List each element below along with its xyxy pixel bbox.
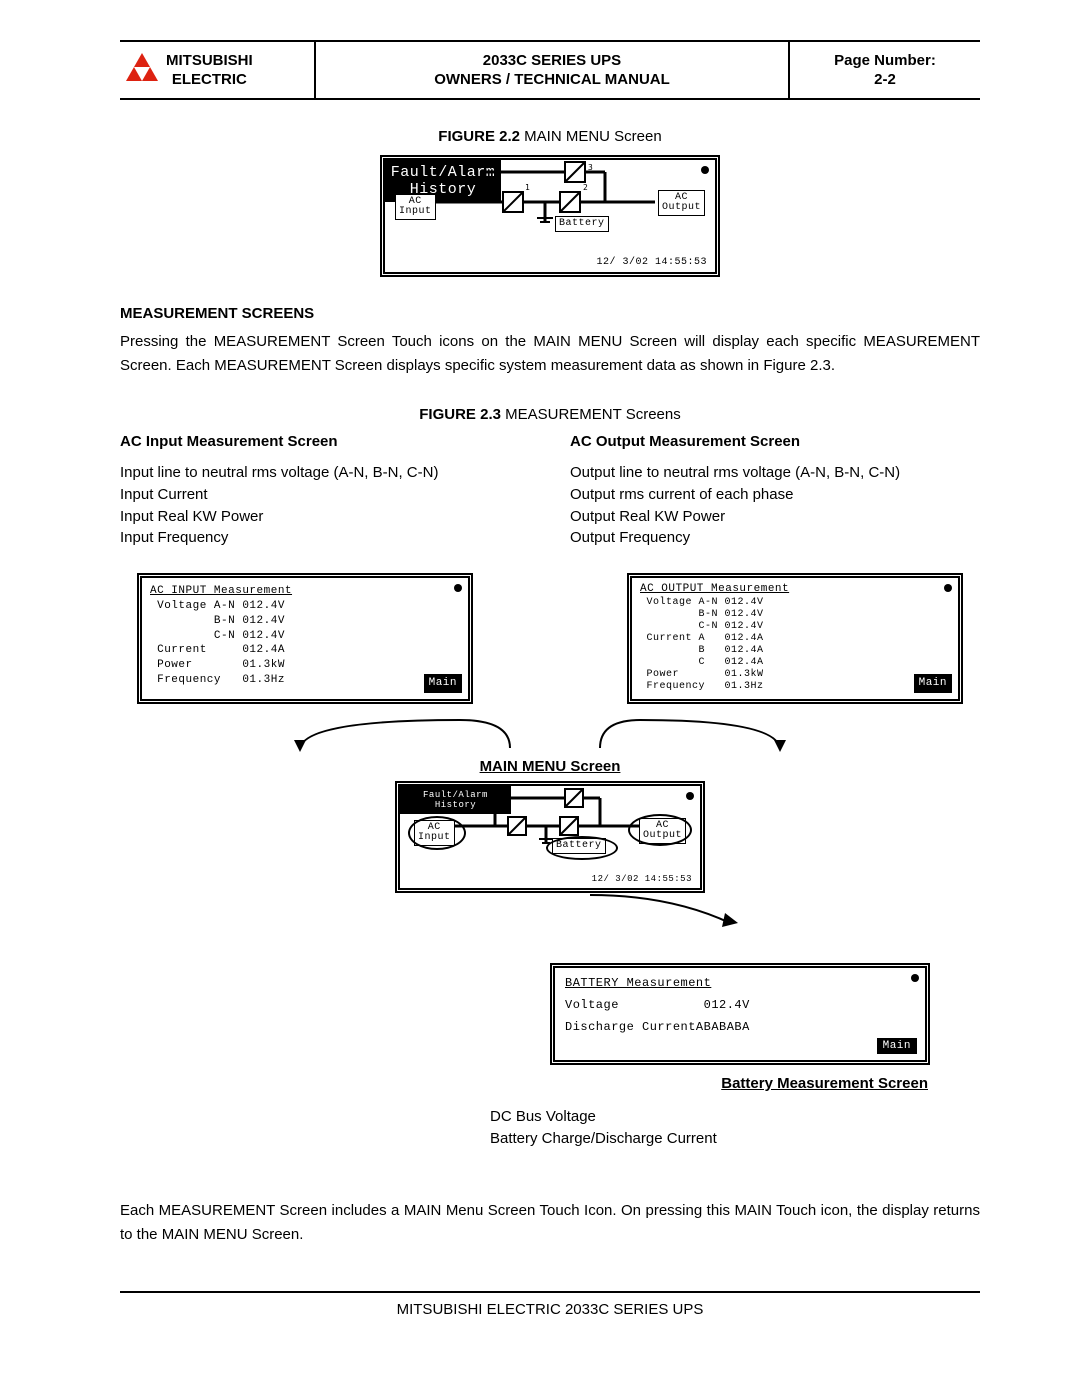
ac-output-column: AC Output Measurement Screen Output line…: [570, 433, 980, 549]
fig22-caption: FIGURE 2.2 MAIN MENU Screen: [120, 128, 980, 145]
measurement-lcds-row: AC INPUT Measurement Voltage A-N 012.4V …: [120, 573, 980, 704]
page-cell: Page Number: 2-2: [790, 42, 980, 98]
ac-input-lcd-title: AC INPUT Measurement: [150, 584, 460, 599]
ac-input-item: Input Current: [120, 484, 530, 506]
svg-text:1: 1: [525, 183, 530, 192]
title1: 2033C SERIES UPS: [434, 51, 670, 71]
title-cell: 2033C SERIES UPS OWNERS / TECHNICAL MANU…: [316, 42, 790, 98]
lcd-indicator-dot-icon: [911, 974, 919, 982]
section-paragraph: Pressing the MEASUREMENT Screen Touch ic…: [120, 330, 980, 378]
main-button[interactable]: Main: [424, 674, 462, 693]
closing-paragraph: Each MEASUREMENT Screen includes a MAIN …: [120, 1199, 980, 1247]
footer-text: MITSUBISHI ELECTRIC 2033C SERIES UPS: [120, 1301, 980, 1318]
page: MITSUBISHI ELECTRIC 2033C SERIES UPS OWN…: [0, 0, 1080, 1358]
fig22-num: FIGURE 2.2: [438, 128, 520, 145]
fig23-caption: FIGURE 2.3 MEASUREMENT Screens: [120, 406, 980, 423]
fig22-lcd: 1 2 3 AC Input AC Output Battery Fault/A…: [380, 155, 720, 277]
mainmenu-label: MAIN MENU Screen: [120, 758, 980, 775]
highlight-battery-icon: [546, 836, 618, 860]
battery-list-item: Battery Charge/Discharge Current: [490, 1128, 980, 1150]
ac-input-column: AC Input Measurement Screen Input line t…: [120, 433, 530, 549]
brand2: ELECTRIC: [166, 70, 253, 90]
lcd-indicator-dot-icon: [701, 166, 709, 174]
datetime-label: 12/ 3/02 14:55:53: [596, 257, 707, 268]
arrows-down-icon: [170, 710, 930, 752]
ac-output-lcd: AC OUTPUT Measurement Voltage A-N 012.4V…: [627, 573, 963, 704]
highlight-ac-input-icon: [408, 816, 466, 850]
battery-lcd-title: BATTERY Measurement: [565, 976, 915, 990]
ac-input-item: Input Frequency: [120, 527, 530, 549]
brand-cell: MITSUBISHI ELECTRIC: [120, 42, 316, 98]
title2: OWNERS / TECHNICAL MANUAL: [434, 70, 670, 90]
mitsubishi-logo-icon: [124, 53, 160, 87]
main-button[interactable]: Main: [914, 674, 952, 693]
ac-input-col-title: AC Input Measurement Screen: [120, 433, 530, 450]
ac-input-button[interactable]: AC Input: [395, 194, 436, 220]
datetime-label: 12/ 3/02 14:55:53: [592, 874, 692, 884]
main-button[interactable]: Main: [877, 1038, 917, 1054]
ac-output-lcd-title: AC OUTPUT Measurement: [640, 582, 950, 597]
fig22-name: MAIN MENU Screen: [520, 128, 662, 145]
mainmenu-lcd-2: AC Input AC Output Battery Fault/Alarm H…: [395, 781, 705, 893]
header: MITSUBISHI ELECTRIC 2033C SERIES UPS OWN…: [120, 40, 980, 100]
svg-text:2: 2: [583, 183, 588, 192]
lcd-indicator-dot-icon: [454, 584, 462, 592]
ac-output-item: Output rms current of each phase: [570, 484, 980, 506]
battery-discharge-line: Discharge CurrentABABABA: [565, 1020, 915, 1034]
footer-rule: [120, 1291, 980, 1293]
measurement-columns: AC Input Measurement Screen Input line t…: [120, 433, 980, 549]
ac-input-item: Input Real KW Power: [120, 506, 530, 528]
battery-list: DC Bus Voltage Battery Charge/Discharge …: [490, 1106, 980, 1150]
svg-text:3: 3: [588, 163, 593, 172]
page-label: Page Number:: [834, 51, 936, 71]
ac-input-lcd: AC INPUT Measurement Voltage A-N 012.4V …: [137, 573, 473, 704]
ac-output-item: Output line to neutral rms voltage (A-N,…: [570, 462, 980, 484]
ac-output-item: Output Frequency: [570, 527, 980, 549]
section-heading: MEASUREMENT SCREENS: [120, 305, 980, 322]
ac-output-lcd-body: Voltage A-N 012.4V B-N 012.4V C-N 012.4V…: [640, 597, 950, 693]
ac-input-lcd-body: Voltage A-N 012.4V B-N 012.4V C-N 012.4V…: [150, 599, 460, 688]
lcd-indicator-dot-icon: [944, 584, 952, 592]
page-num: 2-2: [834, 70, 936, 90]
battery-voltage-line: Voltage 012.4V: [565, 998, 915, 1012]
battery-list-item: DC Bus Voltage: [490, 1106, 980, 1128]
battery-button[interactable]: Battery: [555, 216, 609, 232]
ac-output-button[interactable]: AC Output: [658, 190, 705, 216]
fig23-name: MEASUREMENT Screens: [501, 406, 681, 423]
fig23-num: FIGURE 2.3: [419, 406, 501, 423]
ac-output-col-title: AC Output Measurement Screen: [570, 433, 980, 450]
battery-screen-label: Battery Measurement Screen: [120, 1075, 928, 1092]
ac-output-item: Output Real KW Power: [570, 506, 980, 528]
ac-input-item: Input line to neutral rms voltage (A-N, …: [120, 462, 530, 484]
battery-lcd: BATTERY Measurement Voltage 012.4V Disch…: [550, 963, 930, 1065]
highlight-ac-output-icon: [628, 814, 692, 846]
brand1: MITSUBISHI: [166, 51, 253, 71]
arrow-to-battery-icon: [170, 893, 930, 933]
lcd-indicator-dot-icon: [686, 792, 694, 800]
